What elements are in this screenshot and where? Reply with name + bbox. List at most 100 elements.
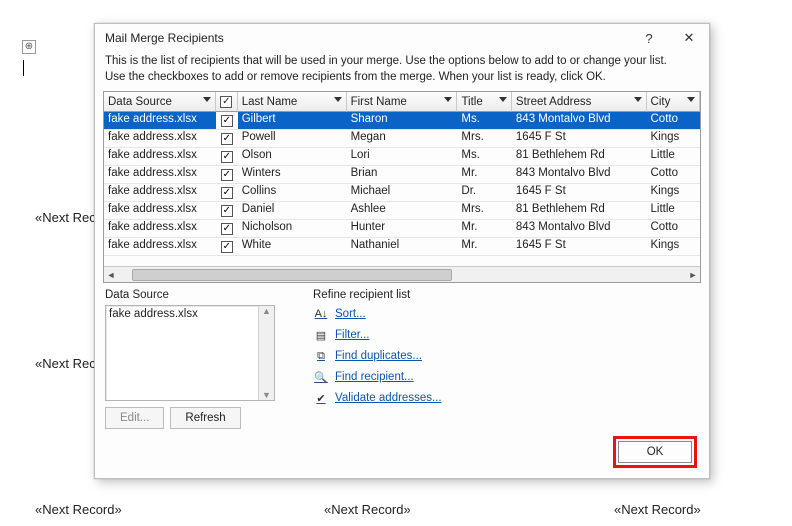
chevron-down-icon bbox=[444, 97, 452, 102]
cell-title: Mr. bbox=[457, 166, 511, 183]
checkbox-icon: ✓ bbox=[221, 133, 233, 145]
cell-data-source: fake address.xlsx bbox=[104, 166, 216, 183]
cell-street: 1645 F St bbox=[512, 184, 647, 201]
cell-data-source: fake address.xlsx bbox=[104, 130, 216, 147]
find-recipient-link[interactable]: 🔍Find recipient... bbox=[313, 369, 699, 385]
cell-first-name: Nathaniel bbox=[347, 238, 458, 255]
cell-last-name: Collins bbox=[238, 184, 347, 201]
cell-first-name: Michael bbox=[347, 184, 458, 201]
table-row[interactable]: fake address.xlsx✓PowellMeganMrs.1645 F … bbox=[104, 130, 700, 148]
filter-link[interactable]: ▤Filter... bbox=[313, 327, 699, 343]
cell-checkbox[interactable]: ✓ bbox=[216, 130, 238, 147]
merge-field: «Next Record» bbox=[35, 502, 122, 517]
cell-city: Kings bbox=[647, 130, 701, 147]
text-caret bbox=[23, 60, 24, 76]
refine-label: Refine recipient list bbox=[313, 289, 699, 301]
titlebar: Mail Merge Recipients ? ✕ bbox=[95, 24, 709, 52]
cell-title: Mr. bbox=[457, 220, 511, 237]
col-title[interactable]: Title bbox=[457, 92, 511, 112]
cell-last-name: Daniel bbox=[238, 202, 347, 219]
duplicates-icon: ⧉ bbox=[313, 348, 329, 364]
cell-city: Kings bbox=[647, 184, 701, 201]
col-last-name[interactable]: Last Name bbox=[238, 92, 347, 112]
cell-street: 843 Montalvo Blvd bbox=[512, 166, 647, 183]
anchor-icon: ⊕ bbox=[22, 40, 36, 54]
cell-title: Mr. bbox=[457, 238, 511, 255]
cell-first-name: Ashlee bbox=[347, 202, 458, 219]
cell-title: Ms. bbox=[457, 112, 511, 129]
cell-last-name: Olson bbox=[238, 148, 347, 165]
cell-checkbox[interactable]: ✓ bbox=[216, 220, 238, 237]
cell-checkbox[interactable]: ✓ bbox=[216, 112, 238, 129]
cell-first-name: Megan bbox=[347, 130, 458, 147]
scroll-left-icon[interactable]: ◄ bbox=[104, 267, 118, 283]
data-source-list[interactable]: fake address.xlsx ▲▼ bbox=[105, 305, 275, 401]
cell-last-name: Winters bbox=[238, 166, 347, 183]
table-row[interactable]: fake address.xlsx✓CollinsMichaelDr.1645 … bbox=[104, 184, 700, 202]
close-button[interactable]: ✕ bbox=[669, 24, 709, 52]
col-check-all[interactable]: ✓ bbox=[216, 92, 238, 112]
cell-city: Little bbox=[647, 202, 701, 219]
scroll-thumb[interactable] bbox=[132, 269, 452, 281]
sort-icon: A↓ bbox=[313, 306, 329, 322]
scroll-right-icon[interactable]: ► bbox=[686, 267, 700, 283]
cell-checkbox[interactable]: ✓ bbox=[216, 202, 238, 219]
sort-link[interactable]: A↓Sort... bbox=[313, 306, 699, 322]
cell-checkbox[interactable]: ✓ bbox=[216, 166, 238, 183]
col-data-source[interactable]: Data Source bbox=[104, 92, 216, 112]
cell-first-name: Lori bbox=[347, 148, 458, 165]
cell-title: Dr. bbox=[457, 184, 511, 201]
cell-last-name: Gilbert bbox=[238, 112, 347, 129]
vertical-scrollbar[interactable]: ▲▼ bbox=[258, 306, 274, 400]
cell-checkbox[interactable]: ✓ bbox=[216, 184, 238, 201]
table-row[interactable]: fake address.xlsx✓DanielAshleeMrs.81 Bet… bbox=[104, 202, 700, 220]
mail-merge-recipients-dialog: Mail Merge Recipients ? ✕ This is the li… bbox=[94, 23, 710, 479]
cell-first-name: Brian bbox=[347, 166, 458, 183]
refresh-button[interactable]: Refresh bbox=[170, 407, 240, 429]
ok-button[interactable]: OK bbox=[618, 441, 692, 463]
table-row[interactable]: fake address.xlsx✓GilbertSharonMs.843 Mo… bbox=[104, 112, 700, 130]
cell-city: Kings bbox=[647, 238, 701, 255]
checkbox-icon: ✓ bbox=[221, 151, 233, 163]
filter-icon: ▤ bbox=[313, 327, 329, 343]
edit-button[interactable]: Edit... bbox=[105, 407, 164, 429]
desc-line: This is the list of recipients that will… bbox=[105, 54, 699, 70]
desc-line: Use the checkboxes to add or remove reci… bbox=[105, 70, 699, 86]
checkbox-icon: ✓ bbox=[221, 241, 233, 253]
table-row[interactable]: fake address.xlsx✓OlsonLoriMs.81 Bethleh… bbox=[104, 148, 700, 166]
help-button[interactable]: ? bbox=[629, 24, 669, 52]
validate-addresses-link[interactable]: ✔Validate addresses... bbox=[313, 390, 699, 406]
dialog-description: This is the list of recipients that will… bbox=[95, 52, 709, 91]
cell-checkbox[interactable]: ✓ bbox=[216, 238, 238, 255]
cell-last-name: Powell bbox=[238, 130, 347, 147]
table-row[interactable]: fake address.xlsx ✓ WintersBrianMr.843 Mon… bbox=[104, 166, 700, 184]
col-city[interactable]: City bbox=[647, 92, 700, 112]
cell-data-source: fake address.xlsx bbox=[104, 148, 216, 165]
cell-title: Mrs. bbox=[457, 202, 511, 219]
table-row[interactable]: fake address.xlsx✓NicholsonHunterMr.843 … bbox=[104, 220, 700, 238]
data-source-label: Data Source bbox=[105, 289, 289, 301]
recipients-grid: Data Source ✓ Last Name First Name Title… bbox=[103, 91, 701, 283]
checkbox-icon: ✓ bbox=[221, 115, 233, 127]
search-icon: 🔍 bbox=[313, 369, 329, 385]
list-item[interactable]: fake address.xlsx bbox=[109, 308, 271, 320]
chevron-down-icon bbox=[687, 97, 695, 102]
cell-street: 843 Montalvo Blvd bbox=[512, 220, 647, 237]
cell-data-source: fake address.xlsx bbox=[104, 184, 216, 201]
col-first-name[interactable]: First Name bbox=[347, 92, 458, 112]
cell-checkbox[interactable]: ✓ bbox=[216, 148, 238, 165]
cell-city: Little bbox=[647, 148, 701, 165]
checkbox-icon: ✓ bbox=[221, 169, 233, 181]
chevron-down-icon bbox=[634, 97, 642, 102]
chevron-down-icon bbox=[499, 97, 507, 102]
cell-city: Cotto bbox=[647, 166, 701, 183]
annotation-highlight: OK bbox=[613, 436, 697, 468]
find-duplicates-link[interactable]: ⧉Find duplicates... bbox=[313, 348, 699, 364]
horizontal-scrollbar[interactable]: ◄ ► bbox=[104, 266, 700, 282]
col-street[interactable]: Street Address bbox=[512, 92, 647, 112]
cell-data-source: fake address.xlsx bbox=[104, 220, 216, 237]
merge-field: «Next Record» bbox=[324, 502, 411, 517]
merge-field: «Next Record» bbox=[614, 502, 701, 517]
table-row[interactable]: fake address.xlsx✓WhiteNathanielMr.1645 … bbox=[104, 238, 700, 256]
cell-last-name: Nicholson bbox=[238, 220, 347, 237]
